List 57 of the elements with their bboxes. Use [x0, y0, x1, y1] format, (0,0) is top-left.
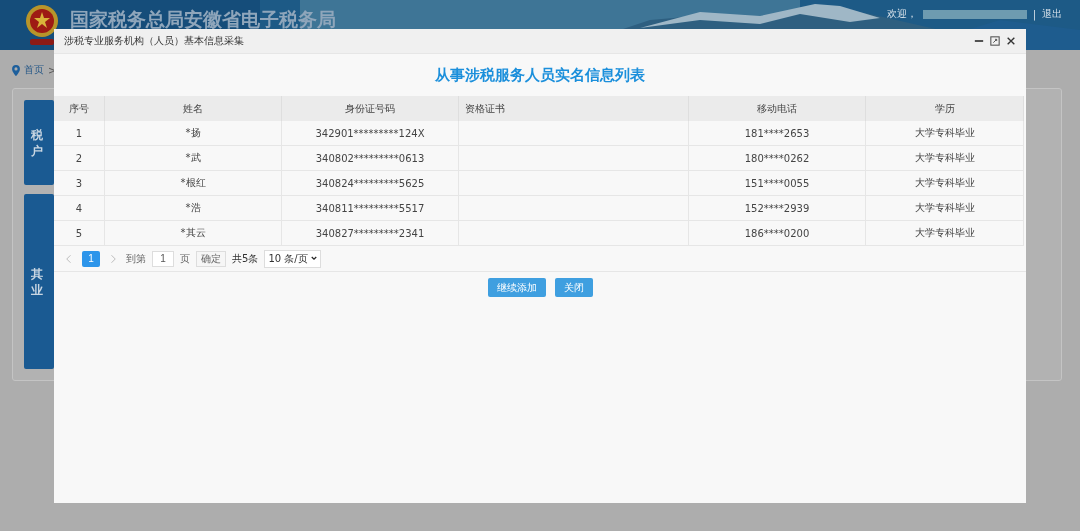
- table-cell: 大学专科毕业: [865, 220, 1024, 246]
- site-title: 国家税务总局安徽省电子税务局: [70, 7, 336, 32]
- dialog-title: 涉税专业服务机构（人员）基本信息采集: [64, 34, 244, 48]
- close-icon[interactable]: [1006, 36, 1016, 46]
- location-pin-icon: [12, 64, 20, 76]
- goto-label: 到第: [126, 251, 146, 266]
- table-cell: 151****0055: [688, 170, 866, 196]
- card-label: 税: [31, 126, 43, 143]
- table-cell: 3: [54, 170, 105, 196]
- table-cell: 2: [54, 145, 105, 171]
- table-cell: 180****0262: [688, 145, 866, 171]
- table-cell: 186****0200: [688, 220, 866, 246]
- table-cell: 大学专科毕业: [865, 121, 1024, 146]
- table-cell: 181****2653: [688, 121, 866, 146]
- table-cell: 大学专科毕业: [865, 170, 1024, 196]
- table-cell: *浩: [104, 195, 282, 221]
- page-size-select[interactable]: 10 条/页: [264, 249, 321, 268]
- table-cell: 1: [54, 121, 105, 146]
- logout-link[interactable]: 退出: [1042, 7, 1062, 21]
- welcome-text: 欢迎，: [886, 7, 917, 21]
- table-cell: 342901*********124X: [281, 121, 459, 146]
- table-cell: 大学专科毕业: [865, 195, 1024, 221]
- page-input[interactable]: 1: [152, 250, 174, 267]
- separator: |: [1032, 8, 1036, 20]
- column-header: 资格证书: [458, 96, 689, 121]
- card-label: 业: [31, 281, 43, 298]
- table-cell: 4: [54, 195, 105, 221]
- service-card[interactable]: 其 业: [24, 194, 54, 369]
- table-cell: *根红: [104, 170, 282, 196]
- card-label: 其: [31, 265, 43, 282]
- column-header: 学历: [865, 96, 1024, 121]
- column-header: 身份证号码: [281, 96, 459, 121]
- close-button[interactable]: 关闭: [554, 278, 593, 297]
- card-label: 户: [31, 142, 43, 159]
- table-cell: 340827*********2341: [281, 220, 459, 246]
- total-count: 共5条: [232, 251, 259, 266]
- home-link[interactable]: 首页: [24, 63, 44, 77]
- column-header: 移动电话: [688, 96, 866, 121]
- table-cell: *其云: [104, 220, 282, 246]
- maximize-icon[interactable]: [990, 36, 1000, 46]
- table-cell: 5: [54, 220, 105, 246]
- table-cell: *扬: [104, 121, 282, 146]
- column-header: 序号: [54, 96, 105, 121]
- table-cell: 340802*********0613: [281, 145, 459, 171]
- list-heading: 从事涉税服务人员实名信息列表: [434, 65, 646, 86]
- table-cell: 152****2939: [688, 195, 866, 221]
- caret-icon: [310, 256, 317, 261]
- table-cell: 大学专科毕业: [865, 145, 1024, 171]
- page-unit: 页: [180, 251, 190, 266]
- table-cell: *武: [104, 145, 282, 171]
- table-cell: 340811*********5517: [281, 195, 459, 221]
- page-button[interactable]: 1: [82, 250, 100, 267]
- service-card[interactable]: 税 户: [24, 100, 54, 186]
- column-header: 姓名: [104, 96, 282, 121]
- table-cell: 340824*********5625: [281, 170, 459, 196]
- confirm-button[interactable]: 确定: [196, 250, 226, 267]
- continue-add-button[interactable]: 继续添加: [487, 278, 546, 297]
